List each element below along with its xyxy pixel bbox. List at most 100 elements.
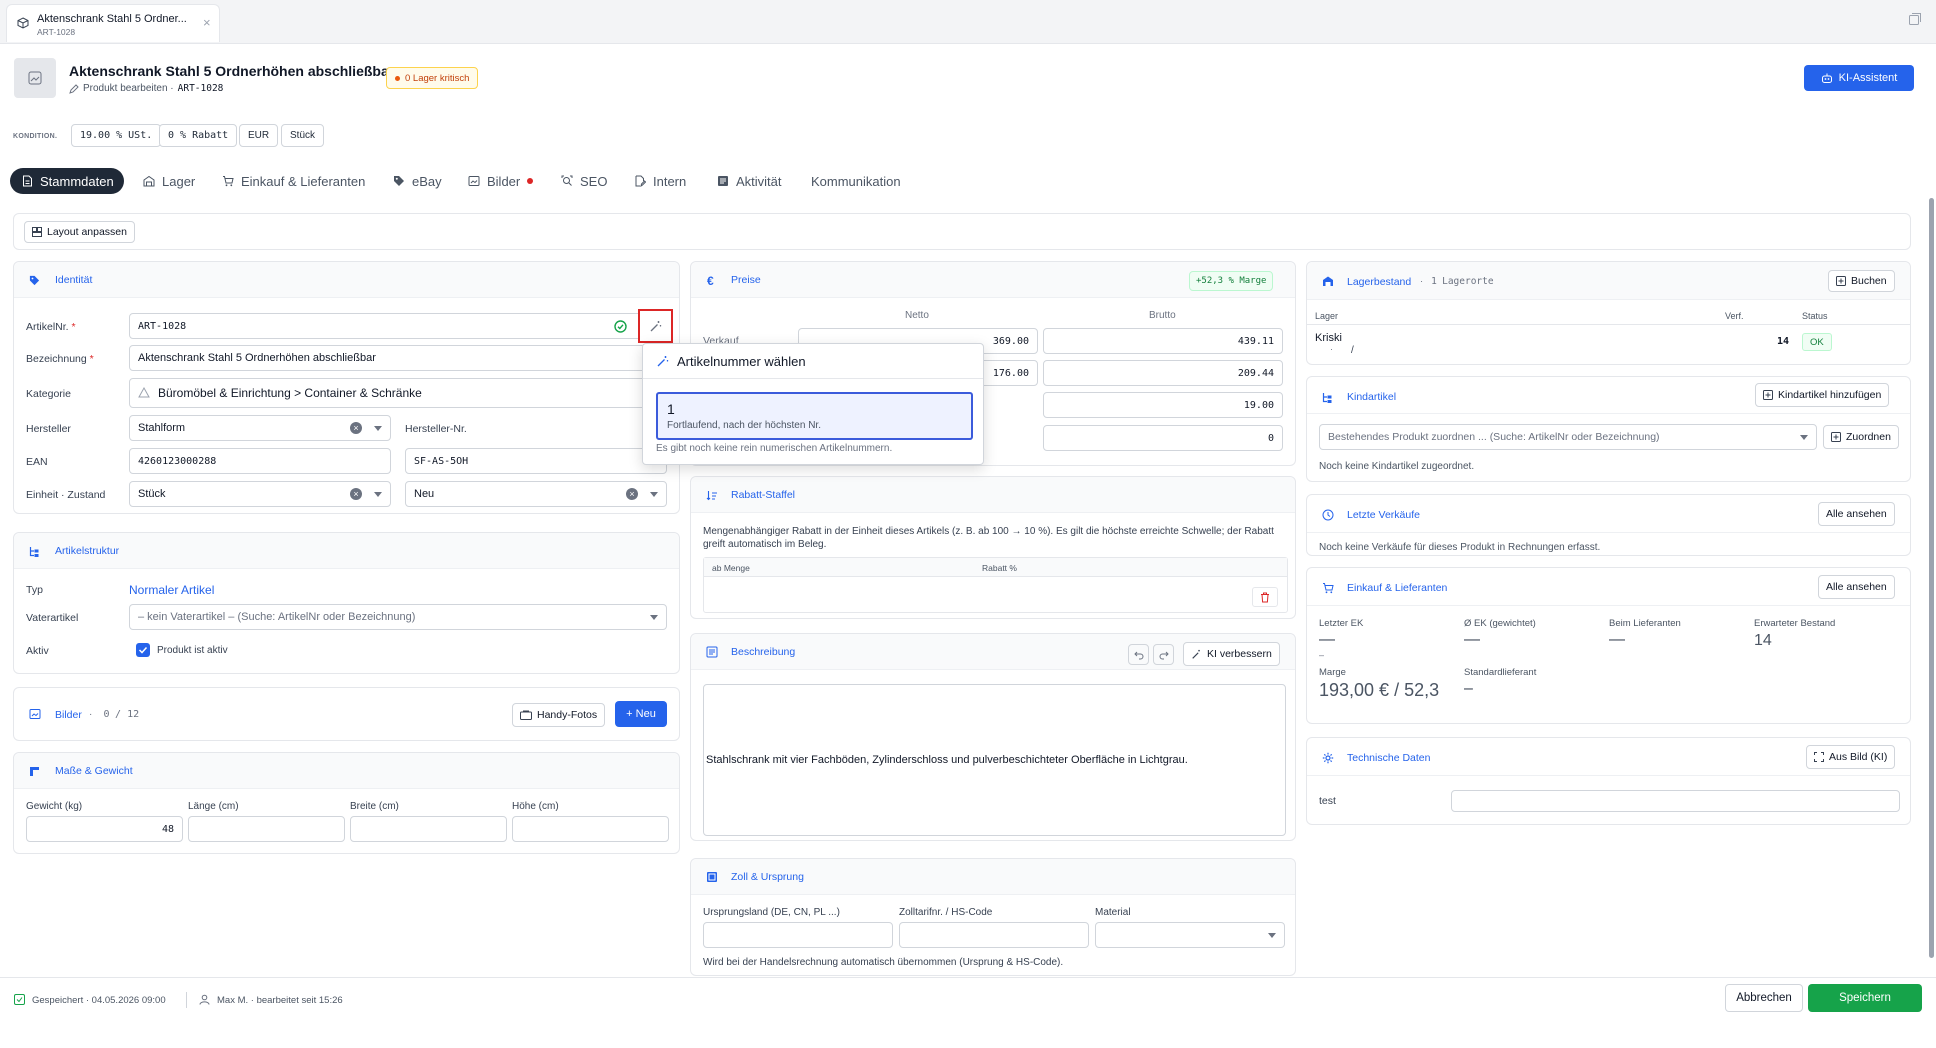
condition-select[interactable]: Neu ×	[405, 481, 667, 507]
save-button[interactable]: Speichern	[1808, 984, 1922, 1012]
discount-chip[interactable]: 0 % Rabatt	[159, 124, 238, 147]
tab-aktivitaet-label: Aktivität	[736, 173, 782, 189]
page-scrollbar[interactable]	[1929, 198, 1934, 958]
height-input[interactable]	[512, 816, 669, 842]
name-input[interactable]: Aktenschrank Stahl 5 Ordnerhöhen abschli…	[129, 345, 659, 371]
sku-picker-popup: Artikelnummer wählen 1 Fortlaufend, nach…	[642, 343, 984, 465]
active-checkbox[interactable]	[136, 643, 150, 657]
material-label: Material	[1095, 907, 1131, 918]
discount-scale-card: Rabatt-Staffel Mengenabhängiger Rabatt i…	[690, 476, 1296, 619]
note-edit-icon	[634, 175, 646, 187]
mfr-no-input[interactable]: SF-AS-5OH	[405, 448, 667, 474]
tab-stammdaten[interactable]: Stammdaten	[10, 168, 124, 194]
tab-stammdaten-label: Stammdaten	[40, 173, 114, 189]
sku-input[interactable]: ART-1028	[129, 313, 649, 339]
std-supplier-value: –	[1464, 680, 1473, 697]
tab-aktivitaet[interactable]: Aktivität	[717, 168, 782, 194]
from-image-label: Aus Bild (KI)	[1829, 751, 1888, 763]
close-tab-icon[interactable]: ×	[203, 15, 211, 30]
stock-row[interactable]: Kriski · / 14 OK	[1307, 325, 1910, 363]
type-value-link[interactable]: Normaler Artikel	[129, 583, 214, 597]
image-icon	[468, 175, 480, 187]
all-sales-button[interactable]: Alle ansehen	[1818, 502, 1895, 526]
vat-input[interactable]: 19.00	[1043, 392, 1283, 418]
clock-icon	[1322, 509, 1334, 521]
phone-photos-button[interactable]: Handy-Fotos	[512, 703, 606, 727]
chevron-down-icon	[650, 614, 658, 620]
discount-input[interactable]: 0	[1043, 425, 1283, 451]
ai-assistant-button[interactable]: KI-Assistent	[1804, 65, 1914, 91]
expected-stock-value: 14	[1754, 632, 1772, 649]
purchase-gross-input[interactable]: 209.44	[1043, 360, 1283, 386]
book-stock-button[interactable]: Buchen	[1828, 270, 1895, 292]
avg-ek-value: —	[1464, 631, 1480, 648]
new-image-button[interactable]: + Neu	[615, 701, 667, 727]
tab-kommunikation[interactable]: Kommunikation	[811, 168, 901, 194]
divider	[1307, 605, 1910, 606]
tab-seo[interactable]: SEO	[561, 168, 607, 194]
chevron-down-icon	[374, 491, 382, 497]
tab-bilder-label: Bilder	[487, 173, 521, 189]
activity-icon	[717, 175, 729, 187]
layout-bar: Layout anpassen	[13, 213, 1911, 250]
material-select[interactable]	[1095, 922, 1285, 948]
child-search-select[interactable]: Bestehendes Produkt zuordnen ... (Suche:…	[1319, 424, 1817, 450]
vat-chip[interactable]: 19.00 % USt.	[71, 124, 162, 147]
ai-improve-button[interactable]: KI verbessern	[1183, 642, 1280, 666]
structure-title: Artikelstruktur	[55, 545, 120, 557]
generate-sku-button[interactable]	[638, 309, 673, 343]
tab-bilder[interactable]: Bilder	[468, 168, 534, 194]
type-label: Typ	[26, 584, 43, 596]
sku-option-sequential[interactable]: 1 Fortlaufend, nach der höchsten Nr.	[656, 392, 973, 440]
clear-icon[interactable]: ×	[350, 488, 362, 500]
description-editor[interactable]: Stahlschrank mit vier Fachböden, Zylinde…	[703, 684, 1286, 836]
currency-chip[interactable]: EUR	[239, 124, 279, 147]
ean-input[interactable]: 4260123000288	[129, 448, 391, 474]
child-search-placeholder: Bestehendes Produkt zuordnen ... (Suche:…	[1328, 431, 1660, 443]
child-articles-card: Kindartikel Kindartikel hinzufügen Beste…	[1306, 376, 1911, 482]
category-value: Büromöbel & Einrichtung > Container & Sc…	[158, 386, 422, 400]
tab-lager[interactable]: Lager	[143, 168, 195, 194]
from-image-button[interactable]: Aus Bild (KI)	[1806, 745, 1896, 769]
length-input[interactable]	[188, 816, 345, 842]
hs-code-input[interactable]	[899, 922, 1089, 948]
category-select[interactable]: Büromöbel & Einrichtung > Container & Sc…	[129, 378, 659, 408]
window-restore-icon[interactable]	[1908, 12, 1922, 26]
add-child-button[interactable]: Kindartikel hinzufügen	[1755, 383, 1890, 407]
clear-icon[interactable]: ×	[626, 488, 638, 500]
delete-row-button[interactable]	[1252, 587, 1278, 607]
assign-child-button[interactable]: Zuordnen	[1823, 425, 1899, 449]
stock-header: Lagerbestand · 1 Lagerorte Buchen	[1307, 262, 1910, 300]
supplier-stock-value: —	[1609, 631, 1625, 648]
tech-value-input[interactable]	[1451, 790, 1900, 812]
identity-card: Identität ArtikelNr. * ART-1028 Bezeichn…	[13, 261, 680, 514]
undo-button[interactable]	[1128, 644, 1149, 665]
chevron-down-icon	[1800, 434, 1808, 440]
parent-select[interactable]: – kein Vaterartikel – (Suche: ArtikelNr …	[129, 604, 667, 630]
sale-gross-input[interactable]: 439.11	[1043, 328, 1283, 354]
images-count-value: 0	[103, 709, 110, 720]
weight-input[interactable]: 48	[26, 816, 183, 842]
child-articles-title: Kindartikel	[1347, 391, 1397, 403]
manufacturer-select[interactable]: Stahlform ×	[129, 415, 391, 441]
redo-button[interactable]	[1153, 644, 1174, 665]
unit-chip[interactable]: Stück	[281, 124, 325, 147]
product-thumbnail[interactable]	[14, 58, 56, 98]
tab-intern[interactable]: Intern	[634, 168, 686, 194]
cube-icon	[17, 17, 29, 29]
recent-sales-card: Letzte Verkäufe Alle ansehen Noch keine …	[1306, 494, 1911, 556]
cancel-button[interactable]: Abbrechen	[1725, 984, 1803, 1012]
tab-ebay[interactable]: eBay	[393, 168, 442, 194]
purchase-card: Einkauf & Lieferanten Alle ansehen Letzt…	[1306, 567, 1911, 724]
origin-input[interactable]	[703, 922, 893, 948]
images-max: / 12	[115, 709, 140, 720]
clear-icon[interactable]: ×	[350, 422, 362, 434]
document-tab[interactable]: Aktenschrank Stahl 5 Ordner... ART-1028 …	[6, 4, 220, 42]
unit-select[interactable]: Stück ×	[129, 481, 391, 507]
subtitle-sku: ART-1028	[177, 83, 224, 94]
tab-einkauf[interactable]: Einkauf & Lieferanten	[222, 168, 365, 194]
width-input[interactable]	[350, 816, 507, 842]
layout-customize-button[interactable]: Layout anpassen	[24, 221, 135, 243]
all-purchases-button[interactable]: Alle ansehen	[1818, 575, 1895, 599]
chevron-down-icon	[650, 491, 658, 497]
